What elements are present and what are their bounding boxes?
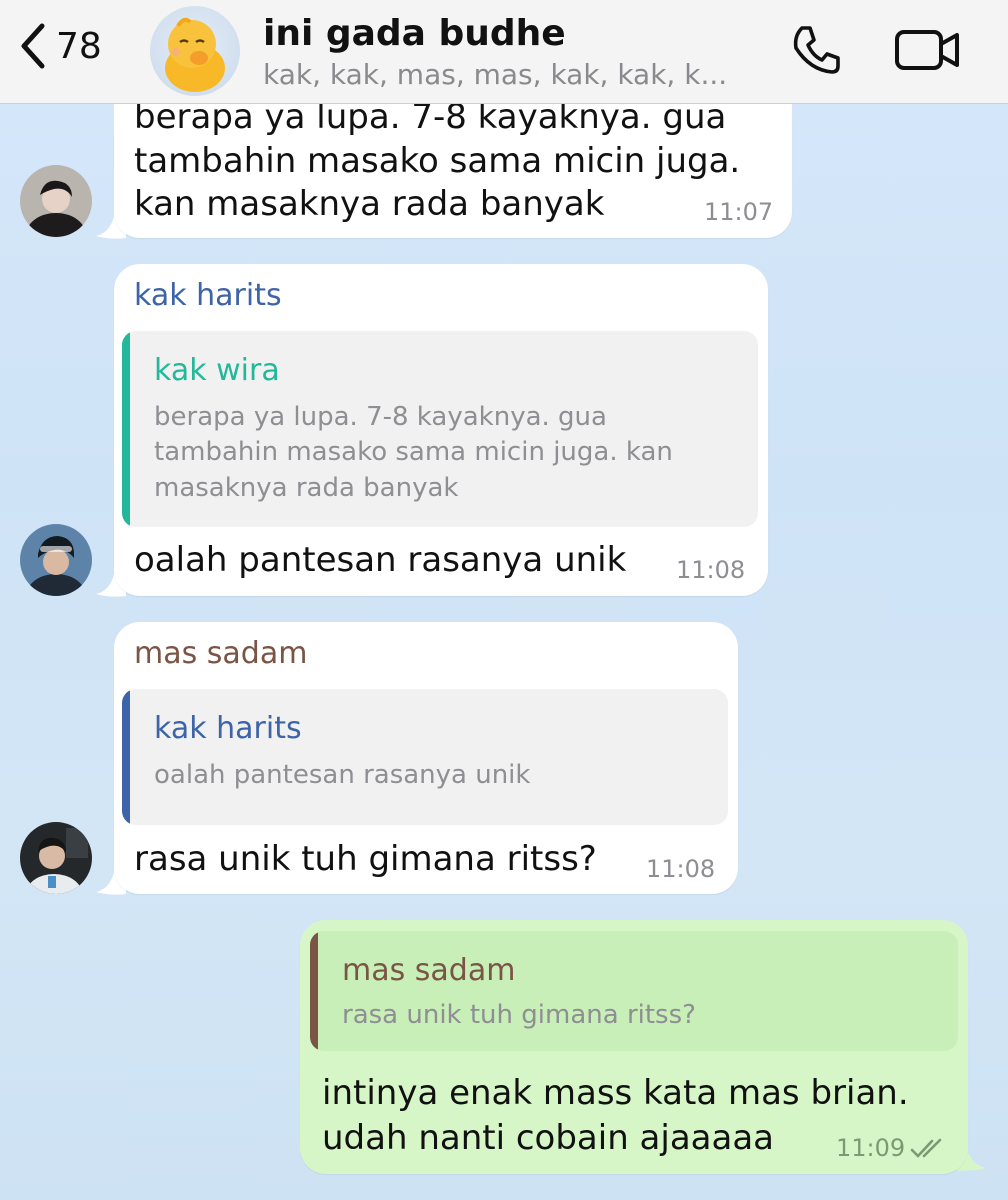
reply-text: oalah pantesan rasanya unik: [154, 760, 531, 790]
message-time: 11:08: [676, 556, 746, 584]
reply-sender-name: mas sadam: [342, 953, 516, 988]
reply-quote[interactable]: kak wira berapa ya lupa. 7-8 kayaknya. g…: [122, 331, 758, 527]
reply-quote[interactable]: mas sadam rasa unik tuh gimana ritss?: [310, 931, 958, 1051]
message-text-line: tambahin masako sama micin juga.: [134, 141, 741, 181]
avatar-mas-sadam[interactable]: [20, 822, 92, 894]
chat-members[interactable]: kak, kak, mas, mas, kak, kak, k...: [263, 58, 763, 91]
video-camera-icon[interactable]: [894, 28, 962, 76]
message-text-line: kan masaknya rada banyak: [134, 184, 605, 224]
message-time: 11:09: [836, 1134, 906, 1162]
sender-name[interactable]: mas sadam: [134, 636, 307, 671]
reply-bar: [122, 331, 130, 527]
message-text: rasa unik tuh gimana ritss?: [134, 839, 597, 879]
reply-quote[interactable]: kak harits oalah pantesan rasanya unik: [122, 689, 728, 825]
reply-sender-name: kak wira: [154, 353, 280, 388]
reply-bar: [122, 689, 130, 825]
unread-count: 78: [56, 25, 102, 67]
double-check-icon: [910, 1138, 942, 1158]
message-time: 11:07: [704, 198, 774, 226]
duck-avatar-icon: [165, 17, 225, 92]
reply-text-line: masaknya rada banyak: [154, 473, 459, 503]
reply-text-line: tambahin masako sama micin juga. kan: [154, 437, 673, 467]
avatar-kak-harits[interactable]: [20, 524, 92, 596]
phone-icon[interactable]: [788, 22, 844, 82]
sender-name[interactable]: kak harits: [134, 278, 282, 313]
message-text-line: udah nanti cobain ajaaaaa: [322, 1118, 775, 1158]
reply-sender-name: kak harits: [154, 711, 302, 746]
back-button[interactable]: 78: [18, 22, 102, 70]
chevron-left-icon: [21, 23, 45, 69]
message-time: 11:08: [646, 855, 716, 883]
chat-title[interactable]: ini gada budhe: [263, 13, 566, 54]
message-text-line: intinya enak mass kata mas brian.: [322, 1073, 909, 1113]
message-text: oalah pantesan rasanya unik: [134, 540, 627, 580]
group-avatar[interactable]: [150, 6, 240, 96]
reply-text: rasa unik tuh gimana ritss?: [342, 1000, 696, 1030]
chat-header: 78 ini gada budhe kak, kak, mas, mas, ka…: [0, 0, 1008, 104]
reply-text-line: berapa ya lupa. 7-8 kayaknya. gua: [154, 402, 607, 432]
reply-bar: [310, 931, 318, 1051]
avatar-kak-wira[interactable]: [20, 165, 92, 237]
